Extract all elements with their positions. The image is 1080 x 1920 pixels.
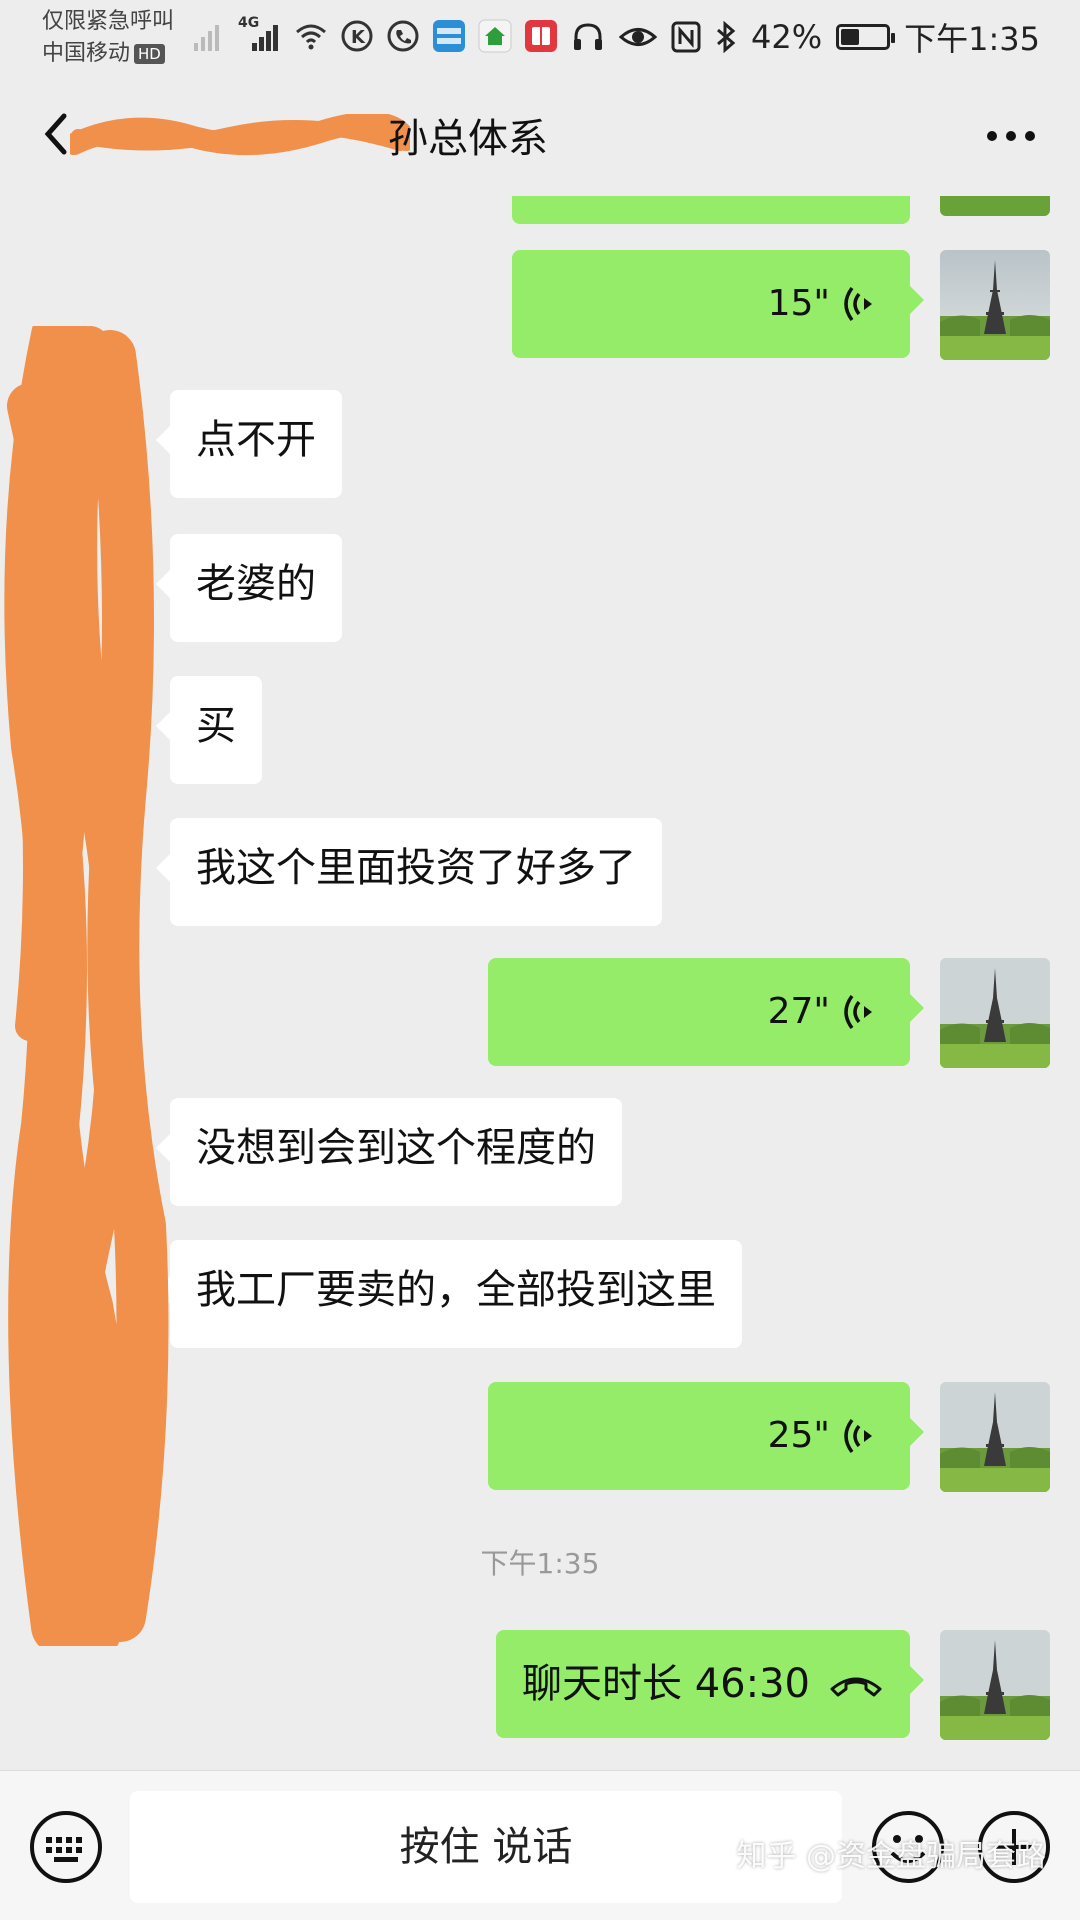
battery-level-fill bbox=[841, 29, 860, 45]
more-options-icon[interactable] bbox=[976, 106, 1046, 166]
incoming-message[interactable]: 我工厂要卖的，全部投到这里 bbox=[156, 1240, 742, 1348]
chat-title: 孙总体系 bbox=[388, 116, 548, 162]
incoming-message[interactable]: 点不开 bbox=[156, 390, 342, 498]
hd-badge: HD bbox=[134, 44, 165, 64]
input-bar: 按住 说话 知乎 @资金盘骗局套路 bbox=[0, 1770, 1080, 1920]
svg-text:K: K bbox=[351, 27, 366, 48]
voice-call-record[interactable]: 聊天时长 46:30 bbox=[496, 1630, 924, 1738]
voice-wave-icon bbox=[844, 1418, 872, 1454]
watermark: 知乎 @资金盘骗局套路 bbox=[736, 1839, 1046, 1874]
eye-comfort-icon bbox=[619, 28, 657, 46]
voice-message[interactable]: 25" bbox=[488, 1382, 924, 1490]
network-type-label: 4G bbox=[238, 15, 260, 31]
my-avatar[interactable] bbox=[940, 250, 1050, 360]
voice-message[interactable]: 27" bbox=[488, 958, 924, 1066]
hang-up-phone-icon bbox=[830, 1677, 882, 1697]
emergency-calls-only-text: 仅限紧急呼叫 bbox=[42, 9, 175, 34]
signal-4g-icon: 4G bbox=[238, 15, 282, 53]
voice-duration: 27" bbox=[767, 991, 830, 1032]
incoming-message[interactable]: 买 bbox=[156, 676, 262, 784]
status-bar: 仅限紧急呼叫 中国移动 HD 4G K 42% 下午1:35 bbox=[0, 0, 1080, 78]
carrier-name: 中国移动 bbox=[42, 41, 131, 66]
my-avatar[interactable] bbox=[940, 1630, 1050, 1740]
my-avatar[interactable] bbox=[940, 1382, 1050, 1492]
chat-messages-area[interactable]: 15" 点不开 老婆的 买 我这个里面投资了好多了 27" 没想到会到这个程度的… bbox=[0, 196, 1080, 1770]
headphones-icon bbox=[574, 23, 602, 50]
home-app-icon bbox=[478, 19, 512, 53]
voice-duration: 25" bbox=[767, 1415, 830, 1456]
nfc-icon bbox=[671, 21, 701, 53]
bluetooth-icon bbox=[717, 20, 736, 54]
voice-message[interactable]: 15" bbox=[512, 250, 924, 358]
signal-empty-icon bbox=[194, 25, 219, 51]
incoming-message[interactable]: 我这个里面投资了好多了 bbox=[156, 818, 662, 926]
previous-voice-message-partial[interactable] bbox=[512, 196, 910, 224]
incoming-message[interactable]: 老婆的 bbox=[156, 534, 342, 642]
k-app-icon: K bbox=[341, 20, 373, 52]
carrier-info: 仅限紧急呼叫 中国移动 HD bbox=[42, 6, 174, 70]
battery-percent: 42% bbox=[751, 18, 823, 56]
voice-wave-icon bbox=[844, 286, 872, 322]
status-right: 42% 下午1:35 bbox=[571, 14, 1040, 60]
voice-duration: 15" bbox=[767, 283, 830, 324]
my-avatar[interactable] bbox=[940, 958, 1050, 1068]
book-app-icon bbox=[525, 20, 557, 52]
call-duration-text: 聊天时长 46:30 bbox=[522, 1661, 810, 1707]
redacted-contact-name bbox=[70, 114, 410, 156]
chat-header: 孙总体系 bbox=[0, 78, 1080, 196]
keyboard-toggle-icon[interactable] bbox=[28, 1809, 104, 1885]
my-avatar-partial[interactable] bbox=[940, 196, 1050, 216]
incoming-message[interactable]: 没想到会到这个程度的 bbox=[156, 1098, 622, 1206]
redaction-scribble bbox=[4, 326, 169, 1646]
phone-globe-icon bbox=[387, 20, 419, 52]
clock: 下午1:35 bbox=[904, 20, 1040, 58]
voice-wave-icon bbox=[844, 994, 872, 1030]
battery-icon bbox=[836, 24, 896, 50]
wifi-icon bbox=[296, 24, 326, 50]
weather-app-icon bbox=[433, 20, 465, 52]
status-icons: 4G K bbox=[192, 15, 558, 56]
